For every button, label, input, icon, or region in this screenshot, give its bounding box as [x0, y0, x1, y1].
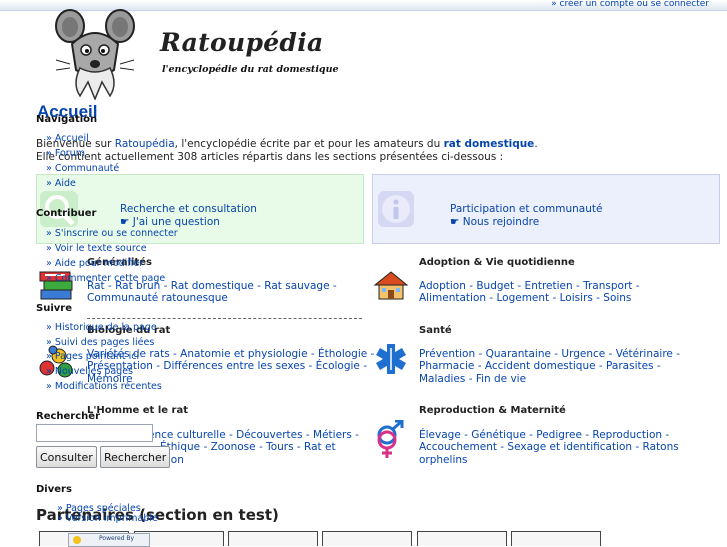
partner-banner[interactable] [228, 531, 318, 546]
sidebar-item-view-source[interactable]: » Voir le texte source [46, 243, 147, 254]
reproduction-links-line-2[interactable]: Accouchement - Sexage et identification … [419, 441, 679, 454]
sante-links-line-2[interactable]: Pharmacie - Accident domestique - Parasi… [419, 360, 661, 373]
participation-box: Participation et communauté ☛ Nous rejoi… [372, 174, 720, 244]
homme-links-line-2[interactable]: Éthique - Zoonose - Tours - Rat et [160, 441, 336, 454]
question-link[interactable]: ☛ J'ai une question [120, 216, 220, 228]
site-tagline: l'encyclopédie du rat domestique [162, 64, 339, 75]
participation-title[interactable]: Participation et communauté [450, 203, 602, 215]
intro-line-2: Elle contient actuellement 308 articles … [36, 151, 504, 163]
sunflower-icon [73, 536, 81, 544]
site-logo[interactable] [50, 4, 140, 101]
intro-text: , l'encyclopédie écrite par et pour les … [174, 138, 444, 150]
powered-by-label: Powered By [99, 535, 135, 542]
sidebar-item-printable[interactable]: » Version imprimable [57, 513, 158, 524]
sidebar-item-what-links-here[interactable]: » Pages pointant ici [46, 351, 139, 362]
search-button[interactable]: Rechercher [100, 446, 171, 468]
sidebar-item-login[interactable]: » S'inscrire ou se connecter [46, 228, 178, 239]
divers-heading: Divers [36, 484, 72, 495]
section-divider [87, 318, 362, 319]
sidebar-item-recent-changes[interactable]: » Modifications récentes [46, 381, 162, 392]
adoption-links-line-1[interactable]: Adoption - Budget - Entretien - Transpor… [419, 280, 640, 293]
intro-text: . [534, 138, 538, 150]
sidebar-item-forum[interactable]: » Forum [46, 148, 85, 159]
info-icon [378, 191, 414, 227]
navigation-heading: Navigation [36, 114, 98, 125]
adoption-heading: Adoption & Vie quotidienne [419, 257, 575, 268]
medical-star-icon [374, 342, 408, 379]
sidebar-item-aide[interactable]: » Aide [46, 178, 76, 189]
rat-domestique-link[interactable]: rat domestique [444, 138, 535, 150]
house-icon [373, 270, 409, 303]
reproduction-links-line-1[interactable]: Élevage - Génétique - Pedigree - Reprodu… [419, 429, 669, 442]
suivre-heading: Suivre [36, 303, 72, 314]
site-title[interactable]: Ratoupédia [160, 28, 324, 57]
search-input[interactable] [36, 424, 153, 442]
sante-links-line-1[interactable]: Prévention - Quarantaine - Urgence - Vét… [419, 348, 680, 361]
sidebar-item-comment[interactable]: » Commenter cette page [46, 273, 165, 284]
sidebar-item-communaute[interactable]: » Communauté [46, 163, 119, 174]
contribuer-heading: Contribuer [36, 208, 97, 219]
create-account-link[interactable]: » créer un compte ou se connecter [551, 0, 709, 9]
homme-links-line-1[interactable]: Influence culturelle - Découvertes - Mét… [125, 429, 359, 442]
homme-heading: L'Homme et le rat [87, 405, 188, 416]
reproduction-heading: Reproduction & Maternité [419, 405, 566, 416]
consult-button[interactable]: Consulter [36, 446, 97, 468]
gender-symbols-icon [374, 419, 408, 463]
sidebar-item-edit-help[interactable]: » Aide pour modifier [46, 258, 143, 269]
research-title[interactable]: Recherche et consultation [120, 203, 257, 215]
rechercher-heading: Rechercher [36, 411, 101, 422]
partner-banner[interactable] [511, 531, 601, 546]
reproduction-links-line-3[interactable]: orphelins [419, 454, 467, 467]
partner-banner[interactable] [322, 531, 412, 546]
adoption-links-line-2[interactable]: Alimentation - Logement - Loisirs - Soin… [419, 292, 631, 305]
join-link[interactable]: ☛ Nous rejoindre [450, 216, 539, 228]
sidebar-item-accueil[interactable]: » Accueil [46, 133, 89, 144]
sante-links-line-3[interactable]: Maladies - Fin de vie [419, 373, 526, 386]
sidebar-item-history[interactable]: » Historique de la page [46, 322, 157, 333]
sidebar-item-related-changes[interactable]: » Suivi des pages liées [46, 337, 154, 348]
sidebar-item-new-pages[interactable]: » Nouvelles pages [46, 366, 133, 377]
rat-mascot-icon [55, 9, 135, 101]
site-link[interactable]: Ratoupédia [115, 138, 175, 150]
partner-banner[interactable] [417, 531, 507, 546]
sante-heading: Santé [419, 325, 452, 336]
intro-line-1: Bienvenue sur Ratoupédia, l'encyclopédie… [36, 138, 538, 150]
generalites-links-line-2[interactable]: Communauté ratounesque [87, 292, 228, 305]
